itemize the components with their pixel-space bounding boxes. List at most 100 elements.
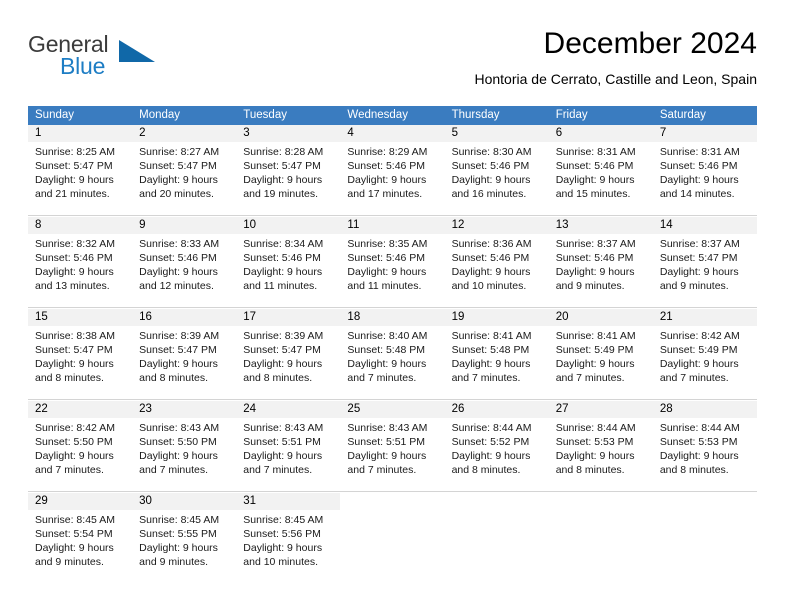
sunset-text: Sunset: 5:51 PM: [243, 436, 321, 448]
calendar-day-cell[interactable]: 3 Sunrise: 8:28 AM Sunset: 5:47 PM Daylight…: [236, 125, 341, 215]
day-number: 23: [132, 401, 237, 418]
daylight-text-line1: Daylight: 9 hours: [139, 174, 218, 186]
calendar-day-cell[interactable]: 31 Sunrise: 8:45 AM Sunset: 5:56 PM Dayligh…: [236, 493, 341, 583]
calendar-day-cell[interactable]: 22 Sunrise: 8:42 AM Sunset: 5:50 PM Dayligh…: [28, 401, 133, 491]
weekday-header-row: Sunday Monday Tuesday Wednesday Thursday…: [28, 106, 757, 125]
day-details: Sunrise: 8:44 AM Sunset: 5:52 PM Daylight:…: [445, 418, 549, 477]
calendar-day-cell[interactable]: 8 Sunrise: 8:32 AM Sunset: 5:46 PM Daylight…: [28, 217, 133, 307]
calendar-day-cell[interactable]: 25 Sunrise: 8:43 AM Sunset: 5:51 PM Dayligh…: [340, 401, 445, 491]
calendar-day-cell[interactable]: 12 Sunrise: 8:36 AM Sunset: 5:46 PM Dayligh…: [444, 217, 549, 307]
day-number: 18: [340, 309, 445, 326]
sunset-text: Sunset: 5:46 PM: [347, 252, 426, 264]
daylight-text-line2: and 13 minutes.: [35, 280, 110, 292]
daylight-text-line2: and 10 minutes.: [243, 556, 318, 568]
calendar-day-cell[interactable]: 27 Sunrise: 8:44 AM Sunset: 5:53 PM Dayligh…: [548, 401, 653, 491]
calendar-day-cell[interactable]: 9 Sunrise: 8:33 AM Sunset: 5:46 PM Daylight…: [132, 217, 237, 307]
daylight-text-line2: and 7 minutes.: [451, 372, 521, 384]
calendar-day-cell[interactable]: 29 Sunrise: 8:45 AM Sunset: 5:54 PM Dayligh…: [28, 493, 133, 583]
daylight-text-line2: and 15 minutes.: [555, 188, 631, 200]
calendar-day-cell[interactable]: 7 Sunrise: 8:31 AM Sunset: 5:46 PM Daylight…: [652, 125, 757, 215]
calendar-day-cell[interactable]: 13 Sunrise: 8:37 AM Sunset: 5:46 PM Dayligh…: [548, 217, 653, 307]
calendar-page: General Blue December 2024 Hontoria de C…: [0, 0, 792, 612]
daylight-text-line2: and 8 minutes.: [139, 372, 209, 384]
calendar-day-cell[interactable]: 24 Sunrise: 8:43 AM Sunset: 5:51 PM Dayligh…: [236, 401, 341, 491]
sunset-text: Sunset: 5:47 PM: [35, 160, 113, 172]
weekday-header-monday: Monday: [139, 109, 181, 121]
daylight-text-line2: and 19 minutes.: [243, 188, 318, 200]
weekday-header-thursday: Thursday: [451, 109, 500, 121]
daylight-text-line2: and 8 minutes.: [451, 464, 521, 476]
day-details: Sunrise: 8:31 AM Sunset: 5:46 PM Daylight:…: [653, 142, 757, 201]
calendar-week-row: 22 Sunrise: 8:42 AM Sunset: 5:50 PM Dayligh…: [28, 400, 757, 491]
day-details: Sunrise: 8:29 AM Sunset: 5:46 PM Daylight:…: [340, 142, 444, 201]
calendar-day-cell[interactable]: 2 Sunrise: 8:27 AM Sunset: 5:47 PM Daylight…: [132, 125, 237, 215]
day-details: Sunrise: 8:31 AM Sunset: 5:46 PM Daylight:…: [549, 142, 653, 201]
sunset-text: Sunset: 5:53 PM: [555, 436, 634, 448]
calendar-day-cell[interactable]: 16 Sunrise: 8:39 AM Sunset: 5:47 PM Dayligh…: [132, 309, 237, 399]
daylight-text-line1: Daylight: 9 hours: [555, 174, 635, 186]
calendar-day-cell[interactable]: 28 Sunrise: 8:44 AM Sunset: 5:53 PM Dayligh…: [652, 401, 757, 491]
daylight-text-line2: and 7 minutes.: [347, 464, 417, 476]
sunrise-text: Sunrise: 8:32 AM: [35, 238, 115, 250]
calendar-day-cell[interactable]: 19 Sunrise: 8:41 AM Sunset: 5:48 PM Dayligh…: [444, 309, 549, 399]
sunset-text: Sunset: 5:50 PM: [35, 436, 113, 448]
logo-text-blue: Blue: [60, 53, 106, 79]
sunrise-text: Sunrise: 8:25 AM: [35, 146, 115, 158]
calendar-day-cell[interactable]: 18 Sunrise: 8:40 AM Sunset: 5:48 PM Dayligh…: [340, 309, 445, 399]
day-number: 8: [28, 217, 133, 234]
sunset-text: Sunset: 5:56 PM: [243, 528, 321, 540]
calendar-day-cell[interactable]: 26 Sunrise: 8:44 AM Sunset: 5:52 PM Dayligh…: [444, 401, 549, 491]
day-number: 12: [444, 217, 549, 234]
sunset-text: Sunset: 5:46 PM: [451, 160, 530, 172]
calendar-day-cell[interactable]: 15 Sunrise: 8:38 AM Sunset: 5:47 PM Dayligh…: [28, 309, 133, 399]
sunrise-text: Sunrise: 8:43 AM: [139, 422, 220, 434]
day-details: Sunrise: 8:37 AM Sunset: 5:46 PM Daylight:…: [549, 234, 653, 293]
daylight-text-line1: Daylight: 9 hours: [451, 266, 531, 278]
day-details: Sunrise: 8:39 AM Sunset: 5:47 PM Daylight:…: [132, 326, 236, 385]
sunset-text: Sunset: 5:46 PM: [451, 252, 530, 264]
calendar-grid: Sunday Monday Tuesday Wednesday Thursday…: [28, 106, 757, 583]
daylight-text-line1: Daylight: 9 hours: [659, 358, 739, 370]
weekday-header-sunday: Sunday: [35, 109, 75, 121]
sunrise-text: Sunrise: 8:29 AM: [347, 146, 428, 158]
sunset-text: Sunset: 5:47 PM: [139, 344, 217, 356]
calendar-day-cell[interactable]: 21 Sunrise: 8:42 AM Sunset: 5:49 PM Dayligh…: [652, 309, 757, 399]
daylight-text-line2: and 7 minutes.: [35, 464, 104, 476]
calendar-day-cell[interactable]: 5 Sunrise: 8:30 AM Sunset: 5:46 PM Daylight…: [444, 125, 549, 215]
daylight-text-line2: and 16 minutes.: [451, 188, 527, 200]
day-number: 26: [444, 401, 549, 418]
weekday-header-friday: Friday: [555, 109, 588, 121]
day-details: Sunrise: 8:45 AM Sunset: 5:55 PM Daylight:…: [132, 510, 236, 569]
daylight-text-line1: Daylight: 9 hours: [659, 174, 739, 186]
calendar-week-row: 8 Sunrise: 8:32 AM Sunset: 5:46 PM Daylight…: [28, 216, 757, 307]
day-details: Sunrise: 8:37 AM Sunset: 5:47 PM Daylight:…: [653, 234, 757, 293]
calendar-day-cell[interactable]: 4 Sunrise: 8:29 AM Sunset: 5:46 PM Daylight…: [340, 125, 445, 215]
daylight-text-line2: and 8 minutes.: [555, 464, 625, 476]
daylight-text-line1: Daylight: 9 hours: [35, 542, 114, 554]
calendar-day-cell[interactable]: 23 Sunrise: 8:43 AM Sunset: 5:50 PM Dayligh…: [132, 401, 237, 491]
calendar-day-cell[interactable]: 20 Sunrise: 8:41 AM Sunset: 5:49 PM Dayligh…: [548, 309, 653, 399]
calendar-day-cell[interactable]: 14 Sunrise: 8:37 AM Sunset: 5:47 PM Dayligh…: [652, 217, 757, 307]
calendar-day-cell[interactable]: 30 Sunrise: 8:45 AM Sunset: 5:55 PM Dayligh…: [132, 493, 237, 583]
page-title: December 2024: [543, 27, 757, 60]
sunset-text: Sunset: 5:51 PM: [347, 436, 426, 448]
day-details: Sunrise: 8:39 AM Sunset: 5:47 PM Daylight:…: [236, 326, 340, 385]
calendar-day-cell[interactable]: 10 Sunrise: 8:34 AM Sunset: 5:46 PM Dayligh…: [236, 217, 341, 307]
calendar-day-cell[interactable]: 6 Sunrise: 8:31 AM Sunset: 5:46 PM Daylight…: [548, 125, 653, 215]
day-number: 15: [28, 309, 133, 326]
daylight-text-line1: Daylight: 9 hours: [659, 266, 739, 278]
sunset-text: Sunset: 5:46 PM: [347, 160, 426, 172]
calendar-day-cell[interactable]: 1 Sunrise: 8:25 AM Sunset: 5:47 PM Daylight…: [28, 125, 133, 215]
day-number: 19: [444, 309, 549, 326]
sunrise-text: Sunrise: 8:31 AM: [659, 146, 740, 158]
daylight-text-line2: and 9 minutes.: [659, 280, 729, 292]
daylight-text-line2: and 21 minutes.: [35, 188, 110, 200]
daylight-text-line1: Daylight: 9 hours: [243, 542, 323, 554]
sunrise-text: Sunrise: 8:34 AM: [243, 238, 324, 250]
day-number: 6: [548, 125, 653, 142]
calendar-day-cell[interactable]: 11 Sunrise: 8:35 AM Sunset: 5:46 PM Dayligh…: [340, 217, 445, 307]
calendar-day-cell[interactable]: 17 Sunrise: 8:39 AM Sunset: 5:47 PM Dayligh…: [236, 309, 341, 399]
sunrise-text: Sunrise: 8:42 AM: [659, 330, 740, 342]
sunrise-text: Sunrise: 8:41 AM: [555, 330, 636, 342]
sunrise-text: Sunrise: 8:44 AM: [555, 422, 636, 434]
